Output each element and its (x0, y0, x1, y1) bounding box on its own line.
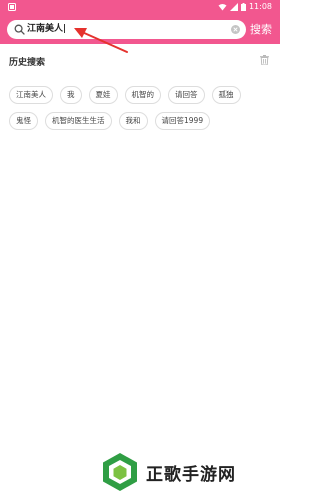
battery-icon (240, 3, 246, 11)
trash-icon[interactable] (260, 55, 269, 65)
search-icon (14, 24, 25, 35)
history-title: 历史搜索 (9, 58, 46, 68)
clock: 11:08 (248, 2, 272, 11)
watermark: 正歌手游网 (100, 452, 270, 492)
history-chip[interactable]: 机智的医生生活 (45, 112, 112, 130)
app-header: 11:08 江南美人 搜索 (0, 0, 280, 44)
clear-icon[interactable] (231, 25, 240, 34)
site-logo-icon (103, 453, 137, 491)
chip-row: 江南美人 我 夏娃 机智的 请回答 孤独 (9, 86, 277, 104)
history-chip[interactable]: 我 (60, 86, 82, 104)
signal-icon (229, 3, 238, 11)
text-caret (64, 24, 66, 33)
history-chip[interactable]: 孤独 (211, 86, 241, 104)
history-chip[interactable]: 江南美人 (9, 86, 53, 104)
status-bar: 11:08 (0, 0, 280, 14)
chip-row: 鬼怪 机智的医生生活 我和 请回答1999 (9, 112, 277, 130)
annotation-arrow (74, 28, 128, 53)
history-chips: 江南美人 我 夏娃 机智的 请回答 孤独 鬼怪 机智的医生生活 我和 请回答19… (9, 86, 277, 138)
history-chip[interactable]: 鬼怪 (9, 112, 38, 130)
notification-icon (8, 3, 16, 11)
history-chip[interactable]: 请回答1999 (154, 112, 211, 130)
watermark-text: 正歌手游网 (146, 465, 236, 485)
history-chip[interactable]: 机智的 (124, 86, 161, 104)
history-chip[interactable]: 夏娃 (88, 86, 118, 104)
wifi-icon (218, 4, 227, 11)
search-query-text: 江南美人 (27, 24, 64, 34)
history-chip[interactable]: 请回答 (168, 86, 205, 104)
history-chip[interactable]: 我和 (118, 112, 148, 130)
search-button[interactable]: 搜索 (250, 21, 272, 39)
